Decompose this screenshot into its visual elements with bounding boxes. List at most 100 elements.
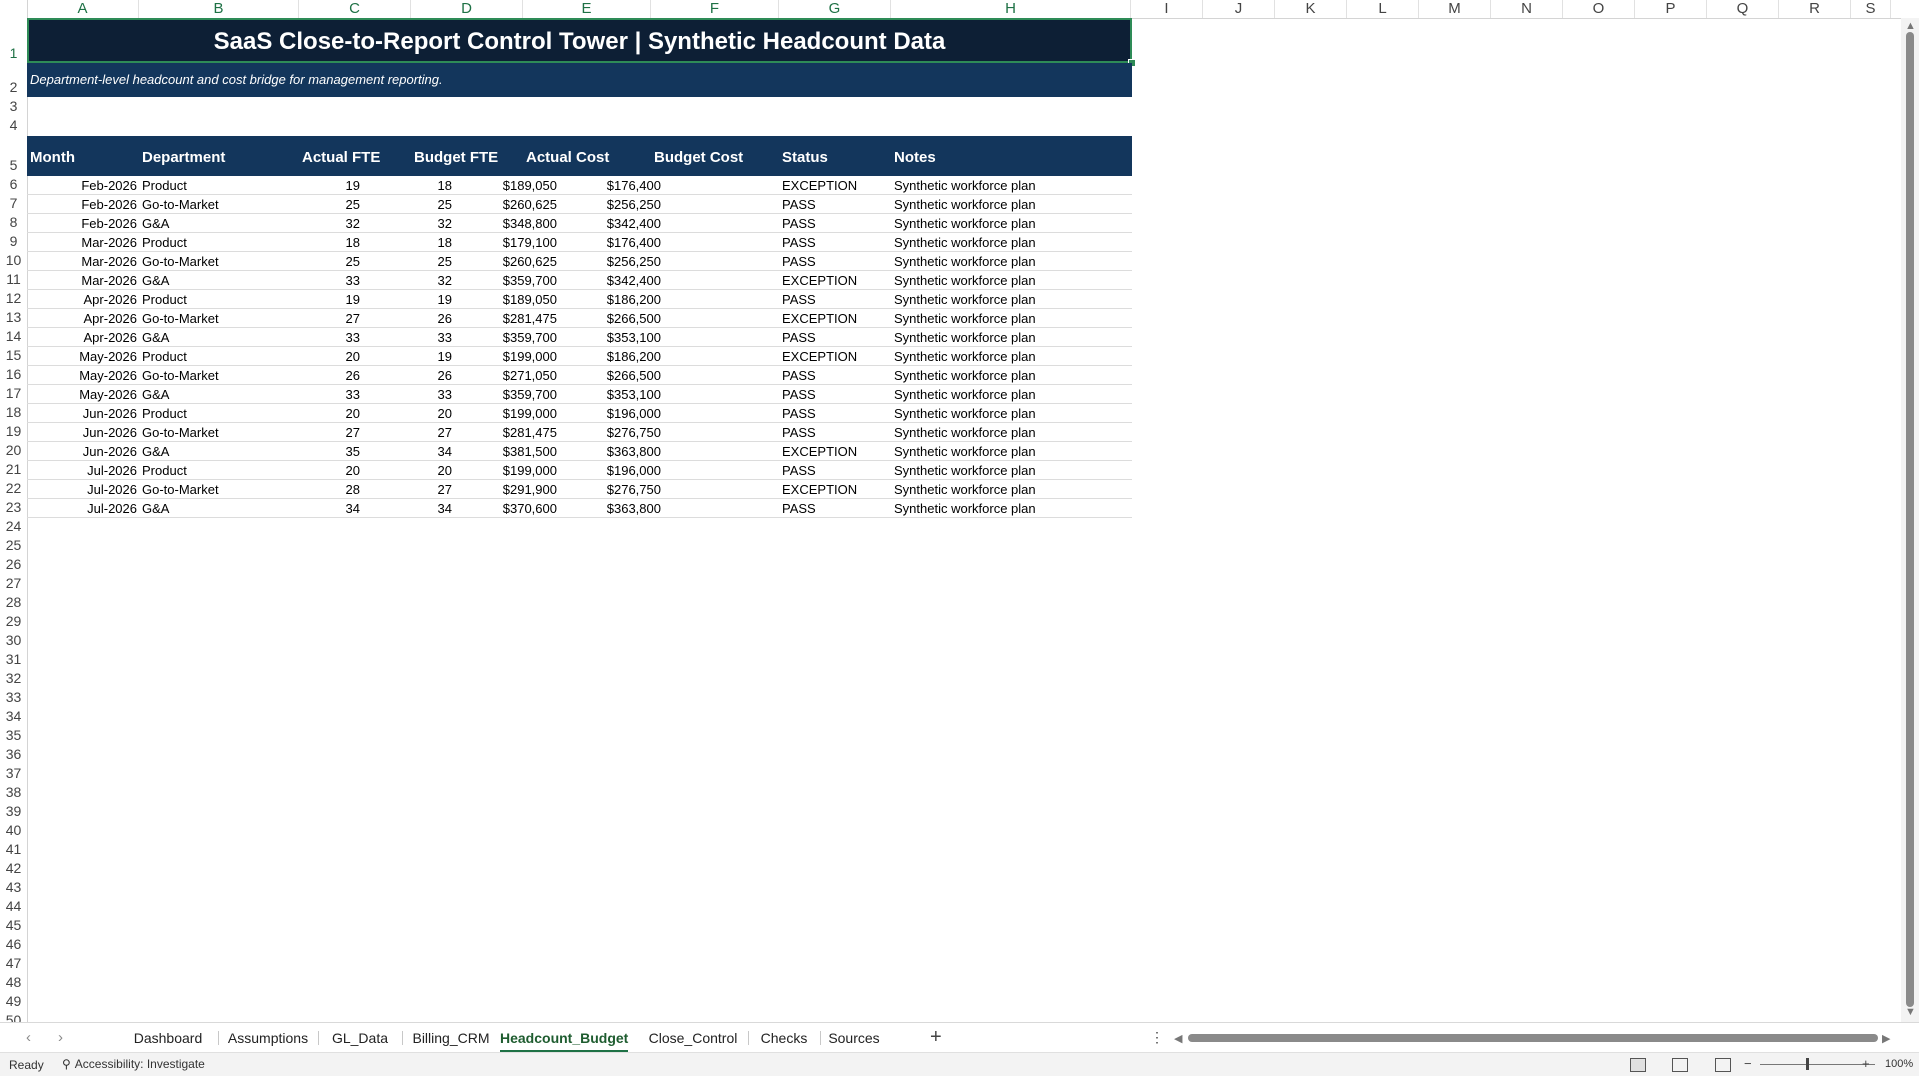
column-header[interactable]: R — [1779, 0, 1851, 18]
cell-actual-fte[interactable]: 34 — [346, 499, 360, 517]
row-header[interactable]: 42 — [0, 859, 27, 878]
cell-actual-cost[interactable]: $199,000 — [503, 461, 557, 479]
cell-department[interactable]: G&A — [142, 214, 169, 232]
row-header[interactable]: 4 — [0, 116, 27, 135]
cell-month[interactable]: Mar-2026 — [81, 252, 137, 270]
cell-month[interactable]: Jul-2026 — [87, 461, 137, 479]
cell-month[interactable]: May-2026 — [79, 366, 137, 384]
cell-notes[interactable]: Synthetic workforce plan — [894, 214, 1036, 232]
cell-notes[interactable]: Synthetic workforce plan — [894, 195, 1036, 213]
cell-budget-fte[interactable]: 27 — [438, 480, 452, 498]
cell-budget-fte[interactable]: 18 — [438, 176, 452, 194]
row-header[interactable]: 7 — [0, 194, 27, 213]
cell-department[interactable]: G&A — [142, 271, 169, 289]
header-budget-fte[interactable]: Budget FTE — [414, 149, 498, 166]
column-header[interactable]: G — [779, 0, 891, 18]
header-notes[interactable]: Notes — [894, 149, 936, 166]
row-header[interactable]: 25 — [0, 536, 27, 555]
row-header[interactable]: 16 — [0, 365, 27, 384]
cell-status[interactable]: PASS — [782, 214, 816, 232]
column-header[interactable]: I — [1131, 0, 1203, 18]
cell-month[interactable]: Jun-2026 — [83, 423, 137, 441]
row-header[interactable]: 48 — [0, 973, 27, 992]
sheet-tab[interactable]: Dashboard — [118, 1023, 218, 1053]
cell-actual-fte[interactable]: 19 — [346, 176, 360, 194]
cell-month[interactable]: Apr-2026 — [84, 309, 137, 327]
row-header[interactable]: 32 — [0, 669, 27, 688]
cell-notes[interactable]: Synthetic workforce plan — [894, 480, 1036, 498]
row-header[interactable]: 29 — [0, 612, 27, 631]
cell-status[interactable]: PASS — [782, 290, 816, 308]
cell-actual-cost[interactable]: $359,700 — [503, 385, 557, 403]
sheet-tab[interactable]: GL_Data — [318, 1023, 402, 1053]
scroll-down-icon[interactable]: ▼ — [1905, 1006, 1916, 1018]
cell-notes[interactable]: Synthetic workforce plan — [894, 366, 1036, 384]
normal-view-icon[interactable] — [1630, 1058, 1646, 1072]
cell-actual-cost[interactable]: $281,475 — [503, 423, 557, 441]
cell-actual-cost[interactable]: $189,050 — [503, 290, 557, 308]
cell-budget-fte[interactable]: 33 — [438, 385, 452, 403]
cell-department[interactable]: Product — [142, 233, 187, 251]
cell-notes[interactable]: Synthetic workforce plan — [894, 290, 1036, 308]
cell-actual-cost[interactable]: $281,475 — [503, 309, 557, 327]
sheet-tab[interactable]: Checks — [748, 1023, 820, 1053]
header-month[interactable]: Month — [30, 149, 75, 166]
cell-actual-fte[interactable]: 25 — [346, 252, 360, 270]
cell-month[interactable]: Feb-2026 — [81, 214, 137, 232]
sheet-tab[interactable]: Close_Control — [638, 1023, 748, 1053]
cell-status[interactable]: EXCEPTION — [782, 480, 857, 498]
cell-budget-fte[interactable]: 20 — [438, 461, 452, 479]
row-header[interactable]: 1 — [0, 18, 27, 63]
cell-status[interactable]: PASS — [782, 461, 816, 479]
sheet-tab[interactable]: Billing_CRM — [402, 1023, 500, 1053]
cell-actual-fte[interactable]: 20 — [346, 461, 360, 479]
row-header[interactable]: 46 — [0, 935, 27, 954]
column-header[interactable]: J — [1203, 0, 1275, 18]
cell-budget-cost[interactable]: $256,250 — [607, 195, 661, 213]
zoom-in-icon[interactable]: + — [1862, 1056, 1870, 1071]
cell-actual-cost[interactable]: $370,600 — [503, 499, 557, 517]
cell-actual-cost[interactable]: $199,000 — [503, 404, 557, 422]
cell-status[interactable]: PASS — [782, 252, 816, 270]
row-header[interactable]: 24 — [0, 517, 27, 536]
row-header[interactable]: 43 — [0, 878, 27, 897]
cell-actual-fte[interactable]: 33 — [346, 385, 360, 403]
cell-month[interactable]: Mar-2026 — [81, 233, 137, 251]
vertical-scroll-thumb[interactable] — [1906, 32, 1914, 1007]
row-header[interactable]: 47 — [0, 954, 27, 973]
cell-actual-cost[interactable]: $381,500 — [503, 442, 557, 460]
cell-budget-fte[interactable]: 19 — [438, 347, 452, 365]
cell-budget-cost[interactable]: $256,250 — [607, 252, 661, 270]
row-header[interactable]: 35 — [0, 726, 27, 745]
cell-actual-fte[interactable]: 27 — [346, 423, 360, 441]
cell-department[interactable]: Go-to-Market — [142, 366, 219, 384]
column-header[interactable]: D — [411, 0, 523, 18]
cell-status[interactable]: PASS — [782, 499, 816, 517]
cell-status[interactable]: EXCEPTION — [782, 271, 857, 289]
row-header[interactable]: 33 — [0, 688, 27, 707]
cell-budget-cost[interactable]: $363,800 — [607, 499, 661, 517]
cell-status[interactable]: EXCEPTION — [782, 442, 857, 460]
cell-budget-fte[interactable]: 27 — [438, 423, 452, 441]
row-header[interactable]: 36 — [0, 745, 27, 764]
cell-actual-cost[interactable]: $260,625 — [503, 252, 557, 270]
cell-status[interactable]: PASS — [782, 404, 816, 422]
column-header[interactable]: A — [27, 0, 139, 18]
zoom-slider[interactable] — [1760, 1064, 1875, 1065]
cell-department[interactable]: G&A — [142, 442, 169, 460]
cell-notes[interactable]: Synthetic workforce plan — [894, 252, 1036, 270]
cell-actual-cost[interactable]: $271,050 — [503, 366, 557, 384]
row-header[interactable]: 19 — [0, 422, 27, 441]
cell-month[interactable]: Feb-2026 — [81, 195, 137, 213]
cell-budget-fte[interactable]: 19 — [438, 290, 452, 308]
cell-budget-cost[interactable]: $196,000 — [607, 404, 661, 422]
row-header[interactable]: 12 — [0, 289, 27, 308]
cell-budget-cost[interactable]: $342,400 — [607, 271, 661, 289]
scroll-up-icon[interactable]: ▲ — [1905, 20, 1916, 32]
subtitle-banner[interactable]: Department-level headcount and cost brid… — [27, 63, 1132, 97]
cell-department[interactable]: Go-to-Market — [142, 195, 219, 213]
cell-department[interactable]: G&A — [142, 385, 169, 403]
cell-month[interactable]: Mar-2026 — [81, 271, 137, 289]
cell-month[interactable]: Jun-2026 — [83, 404, 137, 422]
header-department[interactable]: Department — [142, 149, 225, 166]
